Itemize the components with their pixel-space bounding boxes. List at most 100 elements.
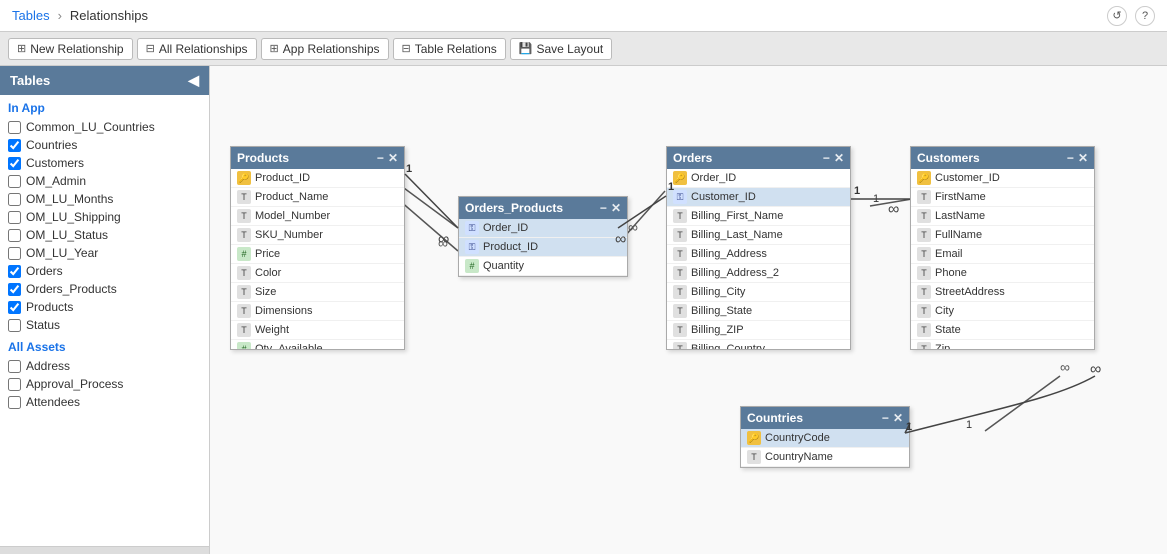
sidebar-item-om-lu-year[interactable]: OM_LU_Year [0,244,209,262]
customers-field-street-address[interactable]: TStreetAddress [911,283,1094,302]
table-relations-button[interactable]: ⊟ Table Relations [393,38,506,60]
sidebar-item-customers[interactable]: Customers [0,154,209,172]
text-icon: T [237,323,251,337]
new-relationship-button[interactable]: ⊞ New Relationship [8,38,133,60]
sidebar-scrollbar[interactable] [0,546,209,554]
customers-field-email[interactable]: TEmail [911,245,1094,264]
orders-field-billing-city[interactable]: TBilling_City [667,283,850,302]
diagram-canvas[interactable]: 1 ∞ ∞ 1 1 ∞ ∞ 1 Products − ✕ [210,66,1167,554]
products-field-model-number[interactable]: TModel_Number [231,207,404,226]
sidebar-item-om-lu-shipping[interactable]: OM_LU_Shipping [0,208,209,226]
fk-icon: ⚿ [673,190,687,204]
orders-products-table: Orders_Products − ✕ ⚿Order_ID ⚿Product_I… [458,196,628,277]
orders-minimize-button[interactable]: − [823,151,830,165]
customers-field-lastname[interactable]: TLastName [911,207,1094,226]
orders-table-body: 🔑Order_ID ⚿Customer_ID TBilling_First_Na… [667,169,850,349]
countries-table: Countries − ✕ 🔑CountryCode TCountryName [740,406,910,468]
countries-table-header[interactable]: Countries − ✕ [741,407,909,429]
orders-field-billing-state[interactable]: TBilling_State [667,302,850,321]
customers-table-title: Customers [917,151,980,165]
app-relationships-button[interactable]: ⊞ App Relationships [261,38,389,60]
sidebar-item-om-lu-months[interactable]: OM_LU_Months [0,190,209,208]
countries-close-button[interactable]: ✕ [893,411,903,425]
refresh-icon[interactable]: ↺ [1107,6,1127,26]
sidebar-item-orders-products[interactable]: Orders_Products [0,280,209,298]
products-field-size[interactable]: TSize [231,283,404,302]
products-field-weight[interactable]: TWeight [231,321,404,340]
sidebar-collapse-button[interactable]: ◀ [188,72,199,89]
customers-close-button[interactable]: ✕ [1078,151,1088,165]
orders-table-header[interactable]: Orders − ✕ [667,147,850,169]
sidebar-item-status[interactable]: Status [0,316,209,334]
orders-field-billing-zip[interactable]: TBilling_ZIP [667,321,850,340]
text-icon: T [917,342,931,349]
new-relationship-icon: ⊞ [17,42,26,55]
text-icon: T [917,304,931,318]
customers-field-state[interactable]: TState [911,321,1094,340]
orders-field-billing-last-name[interactable]: TBilling_Last_Name [667,226,850,245]
products-field-sku-number[interactable]: TSKU_Number [231,226,404,245]
fk-icon: ⚿ [465,240,479,254]
products-field-dimensions[interactable]: TDimensions [231,302,404,321]
text-icon: T [673,209,687,223]
products-table: Products − ✕ 🔑Product_ID TProduct_Name T… [230,146,405,350]
customers-field-city[interactable]: TCity [911,302,1094,321]
orders-field-billing-country[interactable]: TBilling_Country [667,340,850,349]
breadcrumb-tables-link[interactable]: Tables [12,8,50,23]
countries-table-title: Countries [747,411,803,425]
save-layout-button[interactable]: 💾 Save Layout [510,38,612,60]
svg-text:∞: ∞ [628,219,638,235]
sidebar-item-address[interactable]: Address [0,357,209,375]
sidebar-content: In App Common_LU_Countries Countries Cus… [0,95,209,546]
sidebar-item-countries[interactable]: Countries [0,136,209,154]
sidebar-item-orders[interactable]: Orders [0,262,209,280]
orders-field-billing-address[interactable]: TBilling_Address [667,245,850,264]
sidebar-item-common-lu-countries[interactable]: Common_LU_Countries [0,118,209,136]
customers-field-fullname[interactable]: TFullName [911,226,1094,245]
products-field-product-id[interactable]: 🔑Product_ID [231,169,404,188]
orders-field-billing-first-name[interactable]: TBilling_First_Name [667,207,850,226]
customers-minimize-button[interactable]: − [1067,151,1074,165]
sidebar-item-om-lu-status[interactable]: OM_LU_Status [0,226,209,244]
sidebar-item-approval-process[interactable]: Approval_Process [0,375,209,393]
customers-field-firstname[interactable]: TFirstName [911,188,1094,207]
sidebar-item-om-admin[interactable]: OM_Admin [0,172,209,190]
products-field-product-name[interactable]: TProduct_Name [231,188,404,207]
orders-products-close-button[interactable]: ✕ [611,201,621,215]
orders-products-field-order-id[interactable]: ⚿Order_ID [459,219,627,238]
customers-table-header[interactable]: Customers − ✕ [911,147,1094,169]
sidebar-item-attendees[interactable]: Attendees [0,393,209,411]
orders-products-minimize-button[interactable]: − [600,201,607,215]
customers-field-zip[interactable]: TZip [911,340,1094,349]
orders-field-customer-id[interactable]: ⚿Customer_ID [667,188,850,207]
breadcrumb-separator: › [58,8,62,23]
countries-field-country-name[interactable]: TCountryName [741,448,909,467]
customers-field-phone[interactable]: TPhone [911,264,1094,283]
products-field-qty-available[interactable]: #Qty_Available [231,340,404,349]
orders-products-table-header[interactable]: Orders_Products − ✕ [459,197,627,219]
products-field-price[interactable]: #Price [231,245,404,264]
products-table-header[interactable]: Products − ✕ [231,147,404,169]
num-icon: # [237,247,251,261]
text-icon: T [237,304,251,318]
customers-field-customer-id[interactable]: 🔑Customer_ID [911,169,1094,188]
svg-text:∞: ∞ [438,231,449,248]
products-minimize-button[interactable]: − [377,151,384,165]
orders-products-table-body: ⚿Order_ID ⚿Product_ID #Quantity [459,219,627,276]
help-icon[interactable]: ? [1135,6,1155,26]
countries-field-country-code[interactable]: 🔑CountryCode [741,429,909,448]
orders-field-order-id[interactable]: 🔑Order_ID [667,169,850,188]
countries-minimize-button[interactable]: − [882,411,889,425]
breadcrumb-current: Relationships [70,8,148,23]
orders-field-billing-address-2[interactable]: TBilling_Address_2 [667,264,850,283]
customers-table-body: 🔑Customer_ID TFirstName TLastName TFullN… [911,169,1094,349]
svg-text:1: 1 [966,419,972,431]
text-icon: T [917,266,931,280]
products-field-color[interactable]: TColor [231,264,404,283]
orders-products-field-product-id[interactable]: ⚿Product_ID [459,238,627,257]
products-close-button[interactable]: ✕ [388,151,398,165]
all-relationships-button[interactable]: ⊟ All Relationships [137,38,257,60]
orders-close-button[interactable]: ✕ [834,151,844,165]
sidebar-item-products[interactable]: Products [0,298,209,316]
orders-products-field-quantity[interactable]: #Quantity [459,257,627,276]
